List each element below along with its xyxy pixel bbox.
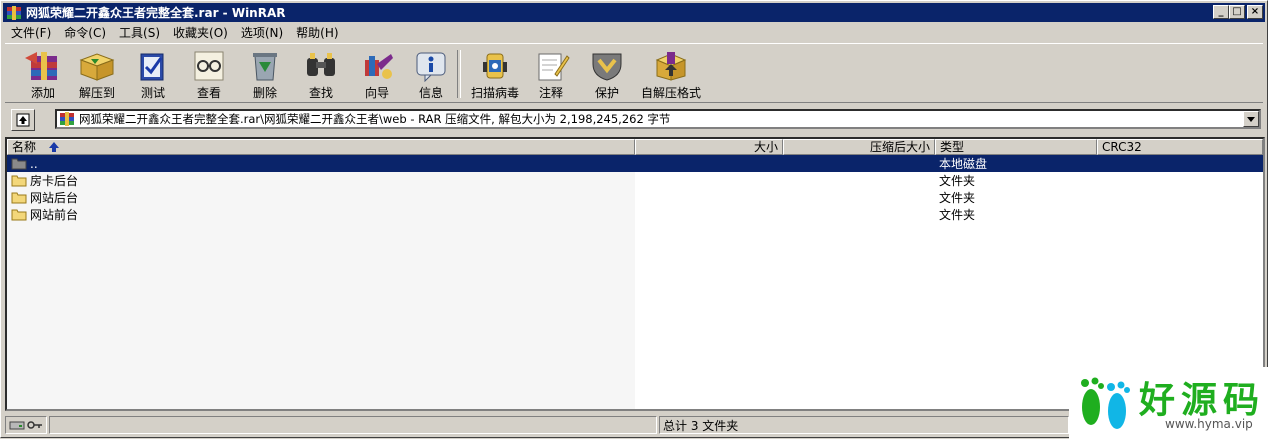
- toolbar-separator: [457, 50, 461, 98]
- protect-button[interactable]: 保护: [579, 48, 635, 102]
- footprint-logo: [1081, 377, 1130, 429]
- chevron-down-icon: [1247, 116, 1255, 122]
- sort-ascending-icon: [48, 142, 59, 152]
- extract-to-button[interactable]: 解压到: [69, 48, 125, 102]
- view-button[interactable]: 查看: [181, 48, 237, 102]
- status-panel-total: 总计 3 文件夹: [659, 416, 1069, 434]
- menu-file[interactable]: 文件(F): [3, 24, 56, 41]
- add-button[interactable]: 添加: [15, 48, 71, 102]
- status-summary: 总计 3 文件夹: [663, 418, 739, 433]
- table-row[interactable]: 房卡后台 文件夹: [7, 172, 1263, 189]
- column-header-size[interactable]: 大小: [635, 139, 783, 155]
- toolbar: 添加 解压到 测试 查看 删除 查找 向导 信息 扫描病毒 注释 保护 自解压格…: [5, 43, 1263, 103]
- info-icon: [416, 52, 446, 82]
- maximize-button[interactable]: □: [1229, 5, 1245, 19]
- add-archive-icon: [25, 52, 57, 80]
- comment-icon: [538, 53, 570, 81]
- table-row[interactable]: 网站后台 文件夹: [7, 189, 1263, 206]
- wizard-icon: [365, 54, 393, 79]
- rar-archive-icon: [60, 112, 74, 126]
- find-icon: [307, 53, 335, 76]
- drive-icon[interactable]: [9, 419, 25, 431]
- title-bar[interactable]: 网狐荣耀二开鑫众王者完整全套.rar - WinRAR _ □ ×: [3, 3, 1265, 22]
- delete-button[interactable]: 删除: [237, 48, 293, 102]
- address-combobox[interactable]: 网狐荣耀二开鑫众王者完整全套.rar\网狐荣耀二开鑫众王者\web - RAR …: [55, 109, 1261, 129]
- sfx-icon: [655, 52, 687, 81]
- column-header-packed[interactable]: 压缩后大小: [783, 139, 935, 155]
- window-title: 网狐荣耀二开鑫众王者完整全套.rar - WinRAR: [26, 6, 286, 20]
- info-button[interactable]: 信息: [403, 48, 459, 102]
- winrar-window: 网狐荣耀二开鑫众王者完整全套.rar - WinRAR _ □ × 文件(F) …: [0, 0, 1268, 439]
- menu-tools[interactable]: 工具(S): [111, 24, 165, 41]
- wizard-button[interactable]: 向导: [349, 48, 405, 102]
- file-rows: .. 本地磁盘 房卡后台 文件夹 网站后台 文件夹 网站前台 文件夹: [7, 155, 1263, 223]
- up-folder-button[interactable]: [11, 109, 35, 131]
- close-button[interactable]: ×: [1247, 5, 1263, 19]
- address-path: 网狐荣耀二开鑫众王者完整全套.rar\网狐荣耀二开鑫众王者\web - RAR …: [79, 112, 671, 126]
- watermark-url: www.hyma.vip: [1165, 417, 1253, 431]
- test-icon: [140, 53, 164, 81]
- view-icon: [194, 51, 224, 81]
- column-header-type[interactable]: 类型: [935, 139, 1097, 155]
- list-header: 名称 大小 压缩后大小 类型 CRC32: [7, 139, 1263, 155]
- virus-scan-button[interactable]: 扫描病毒: [465, 48, 525, 102]
- menu-favorites[interactable]: 收藏夹(O): [165, 24, 233, 41]
- comment-button[interactable]: 注释: [523, 48, 579, 102]
- address-dropdown-button[interactable]: [1243, 111, 1259, 127]
- key-icon[interactable]: [27, 419, 43, 431]
- column-header-crc[interactable]: CRC32: [1097, 139, 1263, 155]
- folder-icon: [11, 209, 27, 221]
- column-header-name[interactable]: 名称: [7, 139, 635, 155]
- delete-icon: [253, 53, 277, 81]
- minimize-button[interactable]: _: [1213, 5, 1229, 19]
- table-row[interactable]: .. 本地磁盘: [7, 155, 1263, 172]
- status-icons: [5, 416, 47, 434]
- test-button[interactable]: 测试: [125, 48, 181, 102]
- menu-bar: 文件(F) 命令(C) 工具(S) 收藏夹(O) 选项(N) 帮助(H): [3, 23, 344, 41]
- watermark-title: 好源码: [1139, 379, 1266, 421]
- winrar-app-icon[interactable]: [6, 5, 22, 20]
- menu-commands[interactable]: 命令(C): [56, 24, 111, 41]
- folder-icon: [11, 175, 27, 187]
- menu-options[interactable]: 选项(N): [233, 24, 288, 41]
- arrow-up-icon: [16, 113, 30, 127]
- watermark: 好源码 www.hyma.vip: [1069, 367, 1268, 439]
- folder-up-icon: [11, 158, 27, 170]
- address-row: 网狐荣耀二开鑫众王者完整全套.rar\网狐荣耀二开鑫众王者\web - RAR …: [5, 107, 1263, 133]
- extract-to-icon: [79, 53, 115, 81]
- sfx-button[interactable]: 自解压格式: [635, 48, 707, 102]
- protect-icon: [592, 53, 622, 81]
- folder-icon: [11, 192, 27, 204]
- status-panel-selection: [49, 416, 657, 434]
- find-button[interactable]: 查找: [293, 48, 349, 102]
- menu-help[interactable]: 帮助(H): [288, 24, 343, 41]
- table-row[interactable]: 网站前台 文件夹: [7, 206, 1263, 223]
- virus-scan-icon: [483, 53, 507, 79]
